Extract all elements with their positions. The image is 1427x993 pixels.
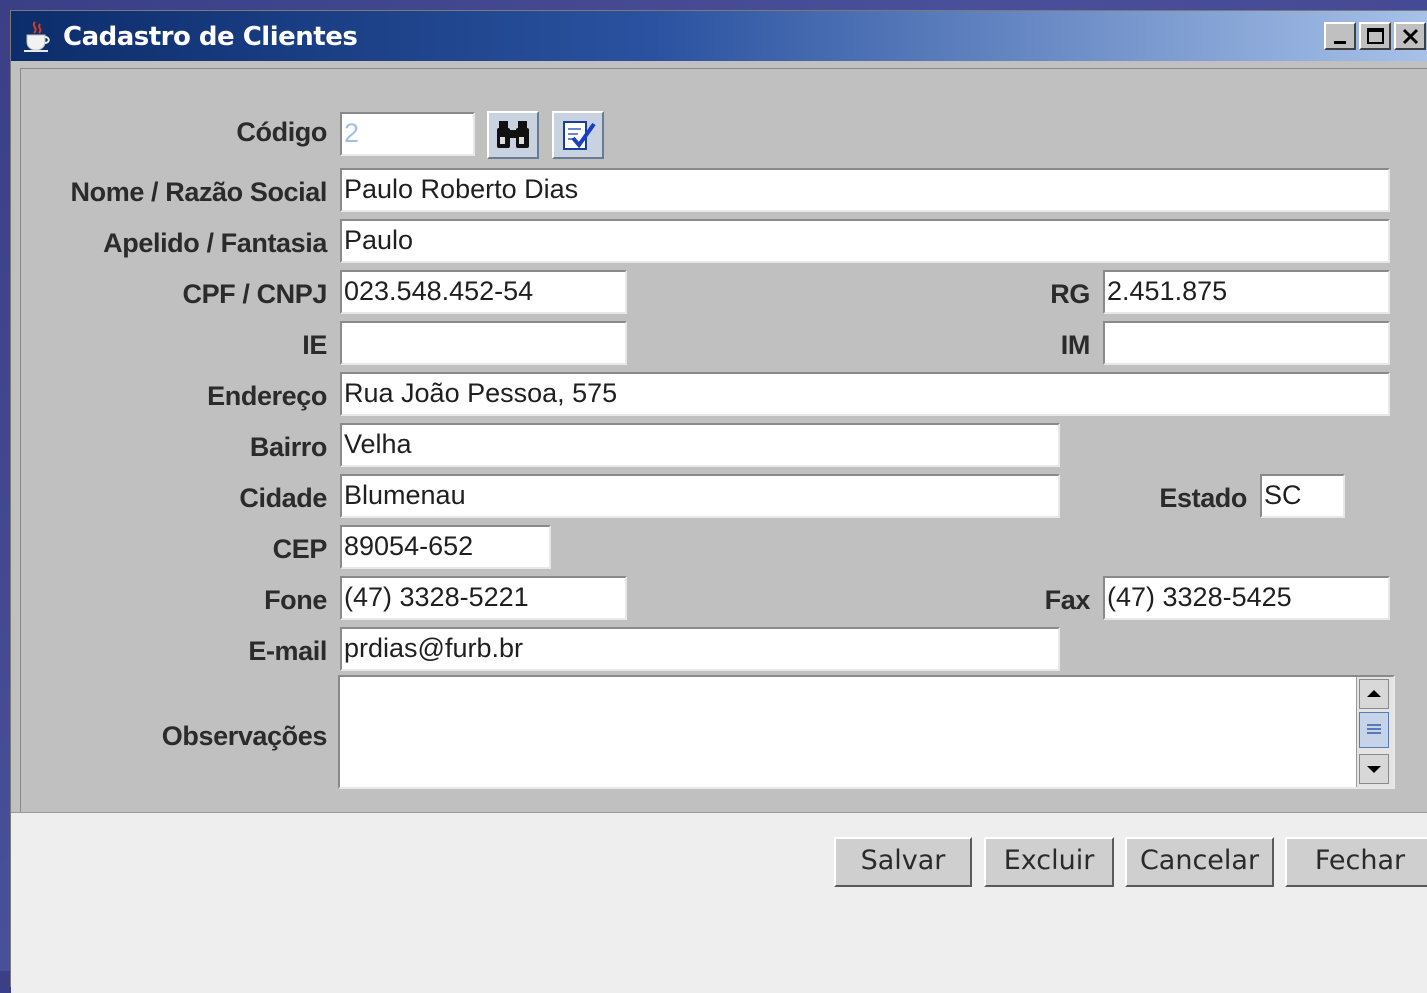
email-field[interactable]: prdias@furb.br: [340, 627, 1060, 671]
scroll-down-button[interactable]: [1359, 754, 1389, 784]
cep-field[interactable]: 89054-652: [340, 525, 551, 569]
apelido-label: Apelido / Fantasia: [103, 228, 327, 258]
save-button[interactable]: Salvar: [834, 837, 972, 887]
minimize-button[interactable]: [1324, 22, 1356, 50]
arrow-up-icon: [1367, 690, 1381, 697]
email-label: E-mail: [248, 636, 327, 666]
close-button[interactable]: [1394, 22, 1426, 50]
observacoes-label: Observações: [161, 721, 328, 751]
grip-icon: [1367, 724, 1381, 734]
vertical-scrollbar[interactable]: [1356, 677, 1393, 787]
window-title: Cadastro de Clientes: [63, 22, 358, 52]
scroll-thumb[interactable]: [1359, 712, 1389, 748]
im-label: IM: [1060, 330, 1091, 360]
observacoes-textarea[interactable]: [338, 675, 1395, 789]
client-registration-window: Cadastro de Clientes Código 2 Nome / Raz…: [10, 10, 1427, 993]
codigo-field[interactable]: 2: [340, 112, 475, 156]
edit-button[interactable]: [552, 111, 604, 159]
fax-label: Fax: [1044, 585, 1091, 615]
estado-label: Estado: [1159, 483, 1247, 513]
maximize-icon: [1367, 28, 1384, 44]
endereco-field[interactable]: Rua João Pessoa, 575: [340, 372, 1390, 416]
nome-field[interactable]: Paulo Roberto Dias: [340, 168, 1390, 212]
cpf-label: CPF / CNPJ: [182, 279, 327, 309]
cancel-button[interactable]: Cancelar: [1125, 837, 1274, 887]
apelido-field[interactable]: Paulo: [340, 219, 1390, 263]
search-button[interactable]: [487, 111, 539, 159]
ie-label: IE: [302, 330, 327, 360]
delete-button[interactable]: Excluir: [984, 837, 1114, 887]
binoculars-icon: [497, 121, 529, 148]
cpf-field[interactable]: 023.548.452-54: [340, 270, 627, 314]
nome-label: Nome / Razão Social: [70, 177, 328, 207]
scroll-up-button[interactable]: [1359, 679, 1389, 709]
document-check-icon: [563, 121, 596, 150]
cep-label: CEP: [272, 534, 328, 564]
ie-field[interactable]: [340, 321, 627, 365]
title-bar[interactable]: Cadastro de Clientes: [11, 11, 1427, 61]
cidade-label: Cidade: [239, 483, 327, 513]
fax-field[interactable]: (47) 3328-5425: [1103, 576, 1390, 620]
close-form-button[interactable]: Fechar: [1285, 837, 1427, 887]
java-coffee-cup-icon: [21, 20, 53, 54]
fone-label: Fone: [264, 585, 327, 615]
cidade-field[interactable]: Blumenau: [340, 474, 1060, 518]
endereco-label: Endereço: [207, 381, 327, 411]
im-field[interactable]: [1103, 321, 1390, 365]
fone-field[interactable]: (47) 3328-5221: [340, 576, 627, 620]
estado-field[interactable]: SC: [1260, 474, 1345, 518]
codigo-label: Código: [236, 117, 327, 147]
rg-label: RG: [1050, 279, 1090, 309]
button-bar: Salvar Excluir Cancelar Fechar: [11, 812, 1427, 993]
bairro-field[interactable]: Velha: [340, 423, 1060, 467]
minimize-icon: [1334, 41, 1346, 44]
maximize-button[interactable]: [1359, 22, 1391, 50]
rg-field[interactable]: 2.451.875: [1103, 270, 1390, 314]
bairro-label: Bairro: [249, 432, 328, 462]
arrow-down-icon: [1367, 766, 1381, 773]
close-icon: [1402, 28, 1419, 45]
